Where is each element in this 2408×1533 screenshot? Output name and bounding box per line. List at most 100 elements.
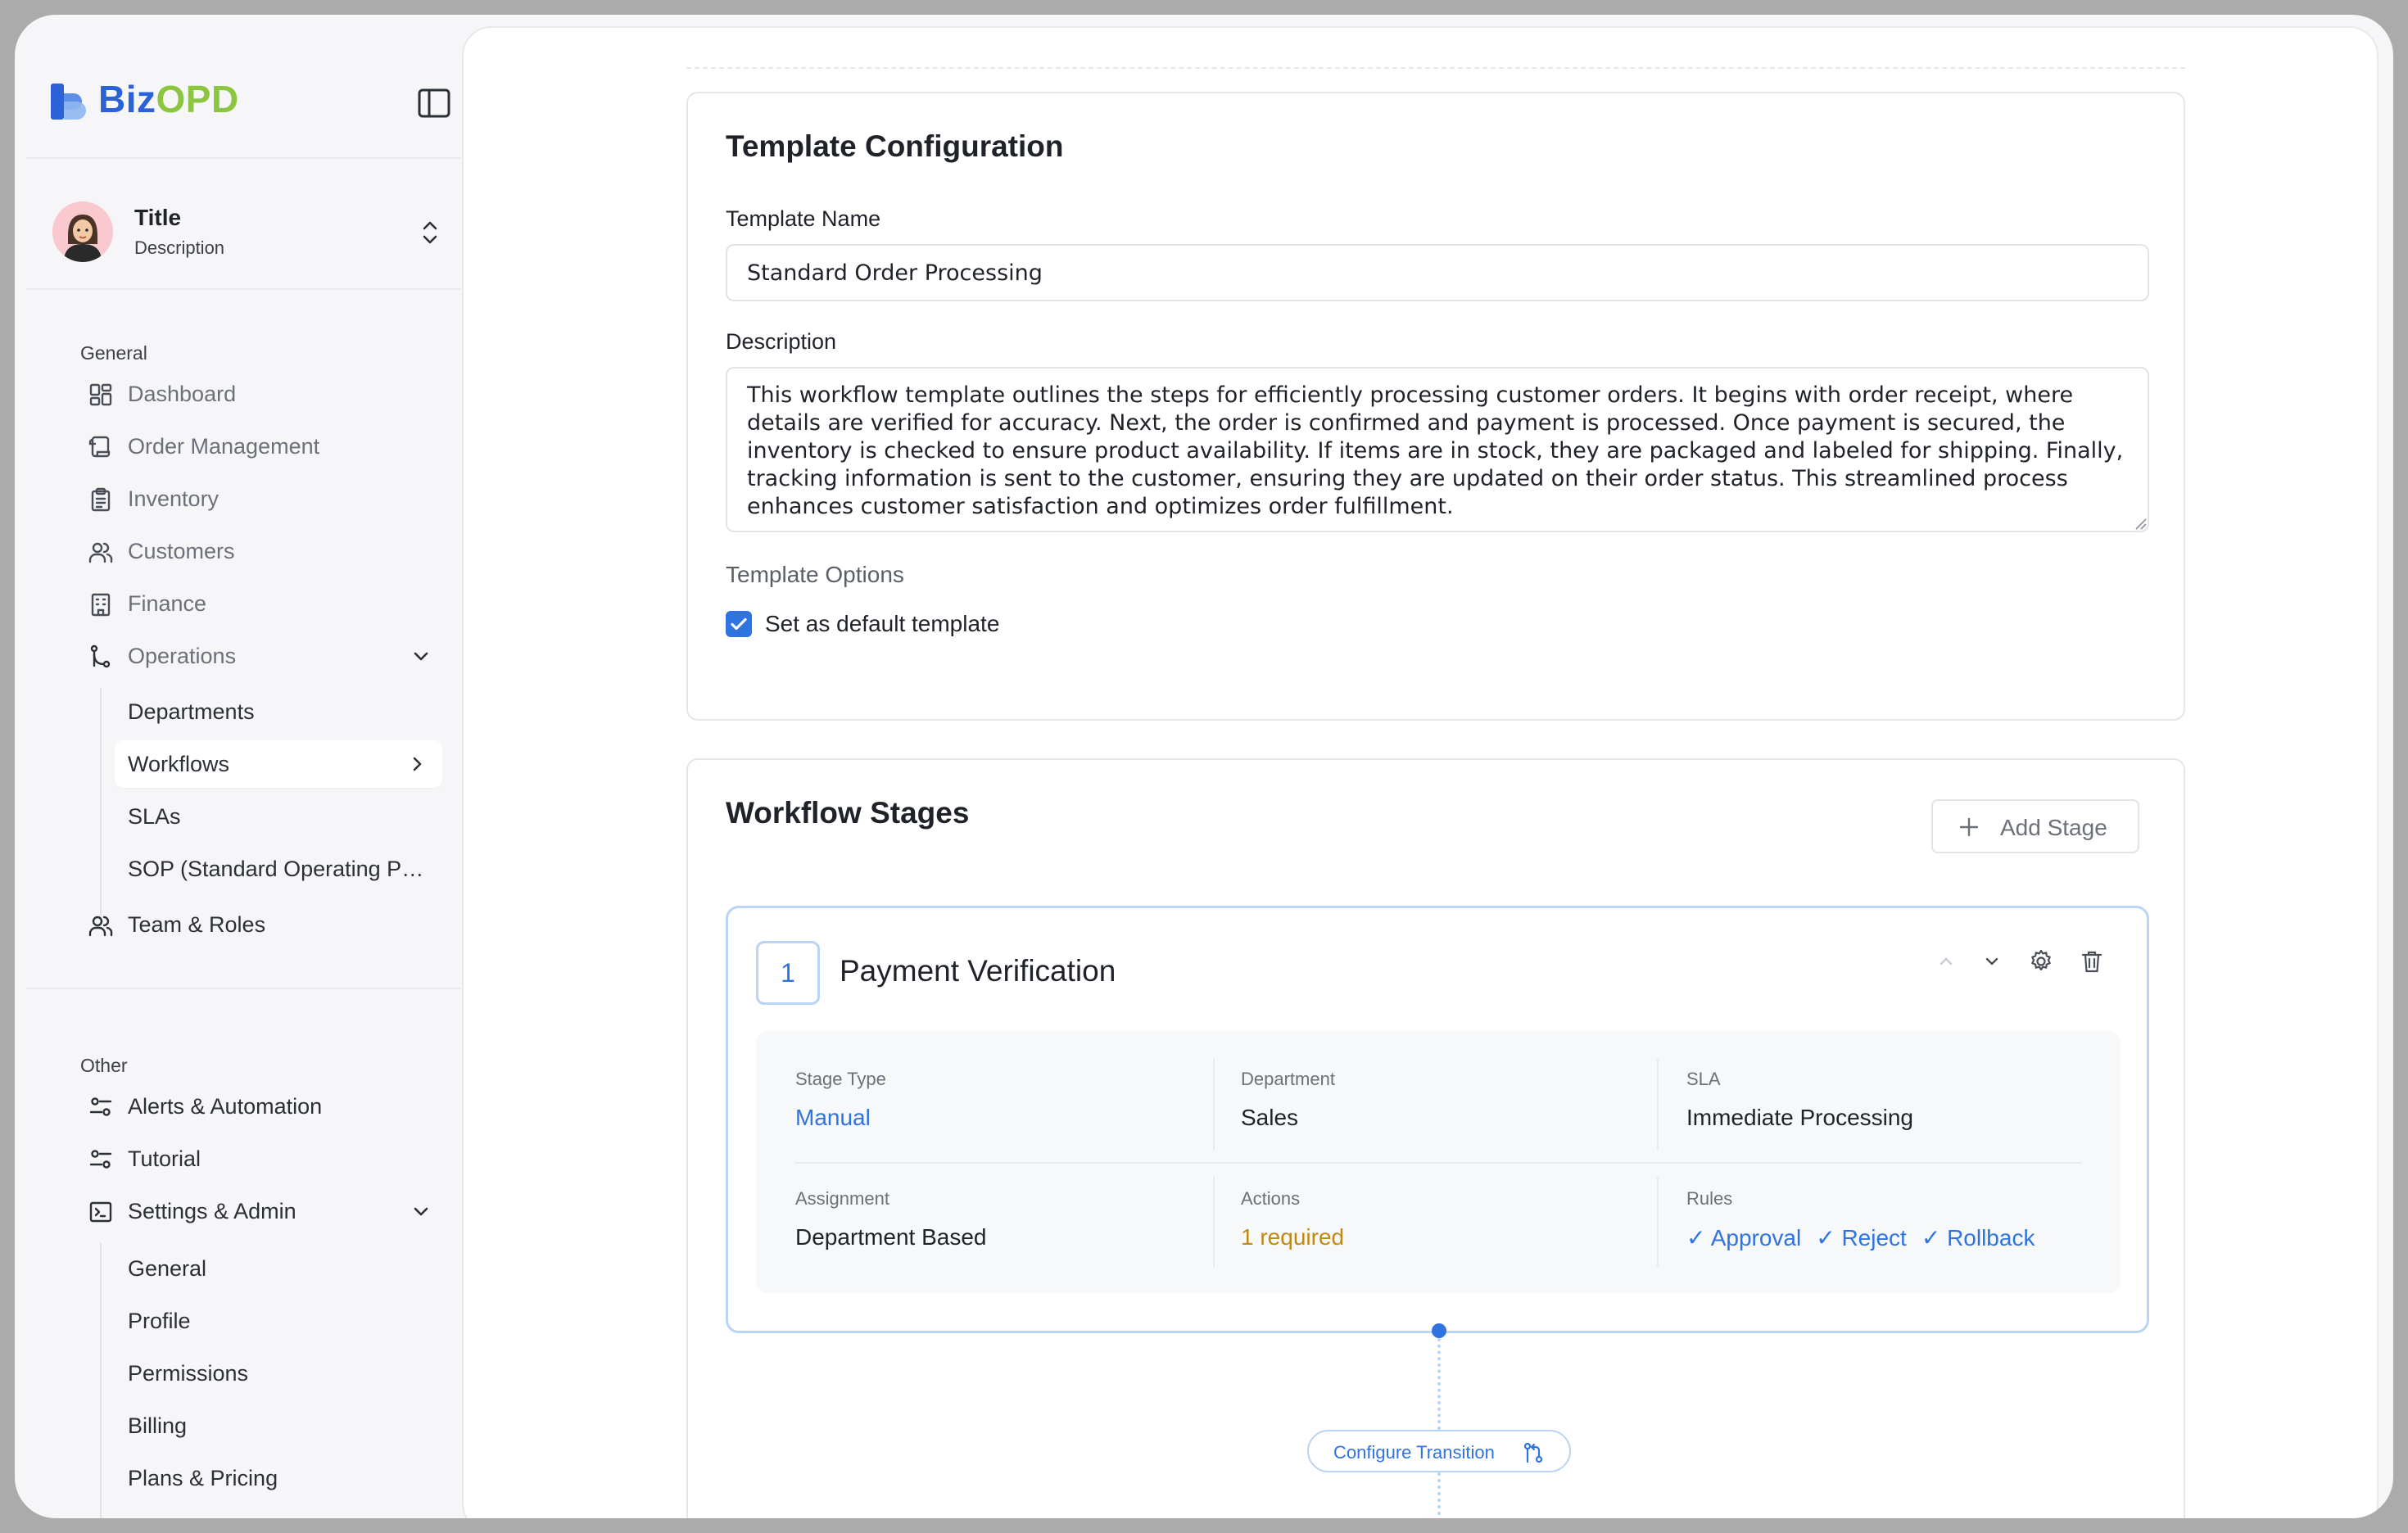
sidebar-subitem-label: Workflows xyxy=(128,752,230,776)
profile-switcher[interactable]: Title Description xyxy=(41,190,450,280)
gear-icon[interactable] xyxy=(2027,947,2055,975)
rules-cell: Rules ✓ Approval ✓ Reject ✓ Rollback xyxy=(1686,1188,2104,1251)
connector-line xyxy=(1437,1338,1441,1430)
chevron-right-icon xyxy=(413,757,422,771)
sliders-icon xyxy=(89,1097,112,1116)
sidebar-subitem-general[interactable]: General xyxy=(115,1245,442,1292)
department-value: Sales xyxy=(1241,1105,1299,1130)
sidebar-subitem-label: Billing xyxy=(128,1413,188,1438)
divider xyxy=(26,988,460,989)
scroll-icon xyxy=(88,436,111,458)
submenu-rail xyxy=(100,1243,102,1518)
sla-value: Immediate Processing xyxy=(1686,1105,1914,1130)
sidebar-subitem-label: Plans & Pricing xyxy=(128,1466,278,1490)
sidebar-subitem-label: Departments xyxy=(128,699,255,724)
configure-transition-button[interactable]: Configure Transition xyxy=(1307,1430,1571,1472)
main-content: Template Configuration Template Name Des… xyxy=(462,26,2379,1518)
connector-line xyxy=(1437,1472,1441,1518)
sidebar-item-customers[interactable]: Customers xyxy=(75,527,449,575)
assignment-value: Department Based xyxy=(795,1224,987,1250)
resize-grip-icon[interactable] xyxy=(2133,516,2148,531)
sidebar-item-settings-admin[interactable]: Settings & Admin xyxy=(75,1187,449,1235)
plus-icon xyxy=(1959,817,1979,837)
users-icon xyxy=(88,916,113,937)
sidebar-subitem-sop[interactable]: SOP (Standard Operating Procedures) xyxy=(115,845,442,893)
sidebar-item-label: Dashboard xyxy=(128,382,237,406)
move-up-icon[interactable] xyxy=(1932,947,1960,975)
chevrons-up-down-icon[interactable] xyxy=(418,218,442,247)
default-template-label[interactable]: Set as default template xyxy=(765,611,999,637)
sidebar-subitem-workflows[interactable]: Workflows xyxy=(115,740,442,788)
default-template-checkbox[interactable] xyxy=(726,611,752,637)
profile-title: Title xyxy=(134,205,182,230)
sidebar-item-label: Inventory xyxy=(128,486,220,511)
sidebar-item-finance[interactable]: Finance xyxy=(75,580,449,627)
connector-dot xyxy=(1432,1323,1446,1338)
template-name-input[interactable] xyxy=(726,244,2149,301)
stage-number: 1 xyxy=(756,941,820,1005)
sla-label: SLA xyxy=(1686,1069,1721,1089)
sidebar-item-label: Order Management xyxy=(128,434,320,459)
sidebar-item-tutorial[interactable]: Tutorial xyxy=(75,1135,449,1183)
sidebar-item-inventory[interactable]: Inventory xyxy=(75,475,449,522)
workflow-stages-card: Workflow Stages Add Stage 1 Payment Veri… xyxy=(686,758,2185,1518)
sidebar-toggle-icon[interactable] xyxy=(416,85,452,121)
sidebar-item-label: Settings & Admin xyxy=(128,1199,296,1223)
sidebar-item-dashboard[interactable]: Dashboard xyxy=(75,370,449,418)
template-options-label: Template Options xyxy=(726,562,904,587)
rule-rollback: ✓ Rollback xyxy=(1921,1225,2035,1250)
assignment-cell: Assignment Department Based xyxy=(795,1188,1213,1250)
profile-description: Description xyxy=(134,237,225,258)
template-configuration-card: Template Configuration Template Name Des… xyxy=(686,92,2185,721)
stage-type-cell: Stage Type Manual xyxy=(795,1069,1213,1131)
add-stage-button[interactable]: Add Stage xyxy=(1931,799,2139,853)
brand-logo[interactable]: BizOPD xyxy=(49,69,450,139)
sidebar-item-operations[interactable]: Operations xyxy=(75,632,449,680)
add-stage-label: Add Stage xyxy=(2000,815,2107,840)
section-title: Template Configuration xyxy=(726,129,1064,163)
clipboard-icon xyxy=(91,487,111,512)
stage-card: 1 Payment Verification Stage Type Manual xyxy=(726,906,2149,1333)
sidebar-subitem-slas[interactable]: SLAs xyxy=(115,793,442,840)
divider xyxy=(26,157,460,159)
divider xyxy=(1213,1177,1215,1267)
sidebar-subitem-departments[interactable]: Departments xyxy=(115,688,442,735)
avatar xyxy=(52,201,113,262)
move-down-icon[interactable] xyxy=(1978,947,2006,975)
sidebar-item-label: Tutorial xyxy=(128,1146,201,1171)
sidebar-item-label: Customers xyxy=(128,539,235,563)
sidebar-subitem-label: SOP (Standard Operating Procedures) xyxy=(128,857,426,881)
rules-label: Rules xyxy=(1686,1188,1733,1209)
stage-type-value: Manual xyxy=(795,1105,871,1130)
divider xyxy=(686,67,2185,69)
brand-name: BizOPD xyxy=(98,78,239,120)
sidebar-item-label: Finance xyxy=(128,591,207,616)
logo-mark-icon xyxy=(51,84,86,120)
description-label: Description xyxy=(726,329,837,354)
sidebar-item-alerts-automation[interactable]: Alerts & Automation xyxy=(75,1083,449,1130)
sidebar-subitem-permissions[interactable]: Permissions xyxy=(115,1350,442,1397)
sidebar-item-label: Operations xyxy=(128,644,237,668)
actions-value: 1 required xyxy=(1241,1224,1345,1250)
submenu-rail xyxy=(100,688,102,929)
trash-icon[interactable] xyxy=(2078,947,2106,975)
sidebar-subitem-billing[interactable]: Billing xyxy=(115,1402,442,1449)
divider xyxy=(1213,1059,1215,1151)
sidebar-item-team-roles[interactable]: Team & Roles xyxy=(75,901,449,948)
chevron-down-icon[interactable] xyxy=(410,645,432,668)
sidebar-subitem-profile[interactable]: Profile xyxy=(115,1297,442,1345)
sidebar-item-order-management[interactable]: Order Management xyxy=(75,423,449,470)
assignment-label: Assignment xyxy=(795,1188,889,1209)
checkmark-icon xyxy=(731,617,747,631)
rules-list: ✓ Approval ✓ Reject ✓ Rollback xyxy=(1686,1224,2104,1251)
description-textarea[interactable] xyxy=(726,367,2149,532)
sidebar-subitem-plans-pricing[interactable]: Plans & Pricing xyxy=(115,1454,442,1502)
chevron-down-icon[interactable] xyxy=(410,1201,432,1223)
avatar-illustration-icon xyxy=(52,201,113,262)
app-window: BizOPD Title Description General Dashboa… xyxy=(15,15,2393,1518)
sla-cell: SLA Immediate Processing xyxy=(1686,1069,2104,1131)
sidebar-item-label: Alerts & Automation xyxy=(128,1094,323,1119)
users-icon xyxy=(88,542,113,563)
sidebar: BizOPD Title Description General Dashboa… xyxy=(26,26,460,1518)
git-branch-icon xyxy=(90,644,111,668)
